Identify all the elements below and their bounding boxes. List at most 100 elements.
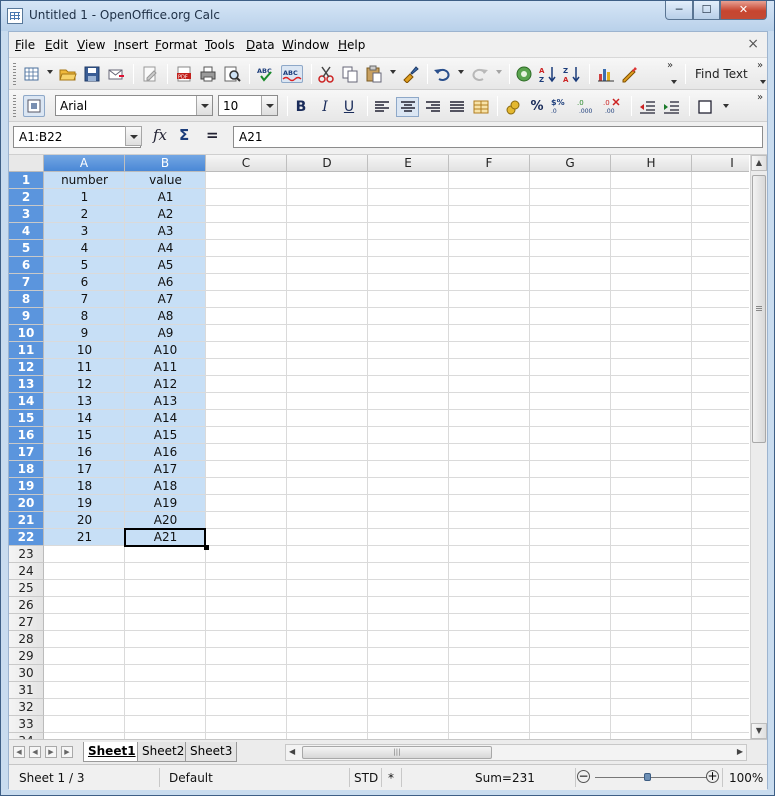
cell-a22[interactable]: 21 [44,529,125,546]
font-name-dropdown-icon[interactable] [196,96,212,115]
cell-a6[interactable]: 5 [44,257,125,274]
cell-b5[interactable]: A4 [125,240,206,257]
menu-view[interactable]: View [77,38,105,52]
underline-button[interactable]: U [339,97,359,117]
last-sheet-icon[interactable]: ▶ [61,746,73,758]
function-equals-icon[interactable]: = [206,126,219,144]
menu-edit[interactable]: Edit [45,38,68,52]
edit-file-icon[interactable] [141,65,159,83]
row-header-10[interactable]: 10 [9,325,44,342]
insert-chart-icon[interactable] [597,65,615,83]
horizontal-scroll-thumb[interactable]: ||| [302,746,492,759]
redo-icon[interactable] [471,65,489,83]
row-header-31[interactable]: 31 [9,682,44,699]
font-name-combo[interactable]: Arial [55,95,213,116]
row-header-29[interactable]: 29 [9,648,44,665]
row-header-17[interactable]: 17 [9,444,44,461]
row-header-11[interactable]: 11 [9,342,44,359]
title-bar[interactable]: Untitled 1 - OpenOffice.org Calc ─ ☐ ✕ [1,1,774,31]
row-header-4[interactable]: 4 [9,223,44,240]
scroll-right-arrow-icon[interactable]: ▶ [737,747,743,756]
row-header-30[interactable]: 30 [9,665,44,682]
zoom-in-icon[interactable]: + [706,770,719,783]
sort-ascending-icon[interactable]: AZ [539,65,557,83]
cell-a10[interactable]: 9 [44,325,125,342]
row-header-22[interactable]: 22 [9,529,44,546]
row-header-32[interactable]: 32 [9,699,44,716]
first-sheet-icon[interactable]: ◀ [13,746,25,758]
row-header-13[interactable]: 13 [9,376,44,393]
align-right-icon[interactable] [423,97,443,117]
menu-insert[interactable]: Insert [114,38,148,52]
menu-tools[interactable]: Tools [205,38,235,52]
justify-icon[interactable] [447,97,467,117]
scroll-left-arrow-icon[interactable]: ◀ [289,747,295,756]
horizontal-scrollbar[interactable]: ◀ ||| ▶ [285,744,747,761]
maximize-button[interactable]: ☐ [693,1,720,20]
add-decimal-icon[interactable]: .0.000 [577,97,597,117]
selection-mode-status[interactable]: STD [354,771,378,785]
toolbar-overflow-icon[interactable]: » [667,60,673,71]
sheet-tab-sheet1[interactable]: Sheet1 [83,742,141,762]
clone-formatting-icon[interactable] [401,65,419,83]
select-all-corner[interactable] [9,155,44,172]
currency-format-icon[interactable] [503,97,523,117]
email-document-icon[interactable] [107,65,125,83]
cell-b11[interactable]: A10 [125,342,206,359]
paste-icon[interactable] [365,65,383,83]
sum-status[interactable]: Sum=231 [475,771,535,785]
cell-b18[interactable]: A17 [125,461,206,478]
decrease-indent-icon[interactable] [637,97,657,117]
row-header-7[interactable]: 7 [9,274,44,291]
bold-button[interactable]: B [291,97,311,117]
cell-a17[interactable]: 16 [44,444,125,461]
column-header-a[interactable]: A [44,155,125,172]
new-document-icon[interactable] [23,65,41,83]
zoom-level-status[interactable]: 100% [729,771,763,785]
cell-b15[interactable]: A14 [125,410,206,427]
cell-b9[interactable]: A8 [125,308,206,325]
column-header-g[interactable]: G [530,155,611,172]
vertical-scroll-thumb[interactable] [752,175,766,443]
paste-dropdown-icon[interactable] [390,70,396,74]
column-header-d[interactable]: D [287,155,368,172]
toolbar-options-icon[interactable] [671,80,677,84]
spreadsheet-grid[interactable]: A B C D E F G H I 1 2 3 4 5 6 7 8 9 10 11 12 13 14 15 16 17 18 19 20… [9,155,749,739]
column-header-c[interactable]: C [206,155,287,172]
zoom-out-icon[interactable]: − [577,770,590,783]
cell-a1[interactable]: number [44,172,125,189]
row-header-19[interactable]: 19 [9,478,44,495]
cell-a4[interactable]: 3 [44,223,125,240]
copy-icon[interactable] [341,65,359,83]
undo-dropdown-icon[interactable] [458,70,464,74]
row-header-6[interactable]: 6 [9,257,44,274]
formula-input[interactable]: A21 [233,126,763,148]
cell-a14[interactable]: 13 [44,393,125,410]
sum-icon[interactable]: Σ [179,126,189,144]
column-header-e[interactable]: E [368,155,449,172]
minimize-button[interactable]: ─ [665,1,693,20]
new-dropdown-icon[interactable] [47,70,53,74]
cell-b13[interactable]: A12 [125,376,206,393]
cell-b6[interactable]: A5 [125,257,206,274]
font-size-combo[interactable]: 10 [218,95,278,116]
row-header-20[interactable]: 20 [9,495,44,512]
align-left-icon[interactable] [372,97,392,117]
cell-b3[interactable]: A2 [125,206,206,223]
cell-b12[interactable]: A11 [125,359,206,376]
function-wizard-icon[interactable]: 𝑓x [153,126,167,144]
cell-a5[interactable]: 4 [44,240,125,257]
standard-number-format-icon[interactable]: $% .0 [551,97,571,117]
find-toolbar-options-icon[interactable] [760,80,766,84]
row-header-23[interactable]: 23 [9,546,44,563]
name-box[interactable]: A1:B22 [13,126,142,148]
close-button[interactable]: ✕ [720,1,767,20]
cell-b7[interactable]: A6 [125,274,206,291]
row-header-8[interactable]: 8 [9,291,44,308]
row-header-25[interactable]: 25 [9,580,44,597]
italic-button[interactable]: I [315,97,335,117]
row-header-3[interactable]: 3 [9,206,44,223]
redo-dropdown-icon[interactable] [496,70,502,74]
cell-b10[interactable]: A9 [125,325,206,342]
cell-a11[interactable]: 10 [44,342,125,359]
